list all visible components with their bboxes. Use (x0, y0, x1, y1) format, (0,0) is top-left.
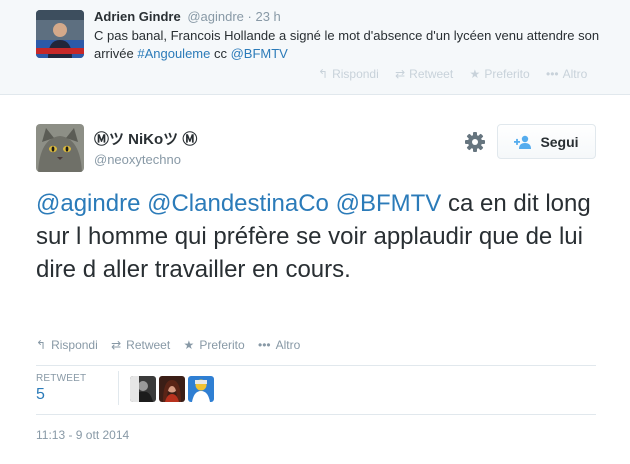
parent-actions: ↰ Rispondi ⇄ Retweet ★ Preferito ••• Altro (318, 67, 600, 81)
reply-icon: ↰ (36, 338, 47, 352)
parent-separator: · (247, 9, 252, 24)
mention-link[interactable]: @BFMTV (336, 190, 442, 217)
tweet-timestamp[interactable]: 11:13 - 9 ott 2014 (36, 428, 129, 442)
retweet-label: Retweet (409, 67, 454, 81)
retweet-icon: ⇄ (395, 67, 406, 81)
mention-link[interactable]: @BFMTV (231, 46, 288, 61)
parent-avatar[interactable] (36, 10, 84, 58)
author-handle[interactable]: @neoxytechno (94, 152, 181, 167)
retweet-icon: ⇄ (111, 338, 122, 352)
reply-icon: ↰ (318, 67, 329, 81)
reply-button[interactable]: ↰ Rispondi (36, 338, 98, 352)
parent-retweet-button[interactable]: ⇄ Retweet (395, 67, 453, 81)
favorite-label: Preferito (199, 338, 245, 352)
parent-time[interactable]: 23 h (255, 9, 280, 24)
reply-label: Rispondi (332, 67, 379, 81)
favorite-button[interactable]: ★ Preferito (184, 338, 245, 352)
retweet-stat-label: RETWEET (36, 373, 87, 384)
hashtag-link[interactable]: #Angouleme (137, 46, 210, 61)
retweeter-avatar[interactable] (159, 376, 185, 402)
mention-link[interactable]: @agindre (36, 190, 140, 217)
more-label: Altro (562, 67, 588, 81)
retweeter-avatar[interactable] (130, 376, 156, 402)
mention-link[interactable]: @ClandestinaCo (147, 190, 329, 217)
author-name[interactable]: Ⓜツ NiKoツ Ⓜ (94, 128, 197, 149)
parent-tweet-text: C pas banal, Francois Hollande a signé l… (94, 27, 614, 63)
divider (36, 414, 596, 415)
retweeter-avatars (130, 376, 214, 402)
star-icon: ★ (469, 67, 481, 81)
parent-author-handle[interactable]: @agindre (187, 9, 244, 24)
parent-more-button[interactable]: ••• Altro (546, 67, 587, 81)
parent-favorite-button[interactable]: ★ Preferito (470, 67, 530, 81)
avatar-image (36, 10, 84, 58)
retweet-label: Retweet (126, 338, 171, 352)
more-dots-icon: ••• (258, 338, 271, 352)
tweet-text: @agindre @ClandestinaCo @BFMTV ca en dit… (36, 187, 616, 286)
parent-reply-button[interactable]: ↰ Rispondi (318, 67, 379, 81)
stat-separator (118, 371, 119, 405)
follow-button[interactable]: Segui (497, 124, 596, 159)
retweet-count[interactable]: 5 (36, 386, 45, 404)
add-user-icon (514, 135, 532, 149)
parent-author-name[interactable]: Adrien Gindre (94, 9, 181, 24)
reply-label: Rispondi (51, 338, 98, 352)
parent-tweet: Adrien Gindre @agindre · 23 h C pas bana… (0, 0, 630, 95)
settings-button[interactable] (464, 131, 486, 153)
favorite-label: Preferito (484, 67, 530, 81)
divider (36, 365, 596, 366)
cat-avatar-image (36, 124, 84, 172)
retweet-button[interactable]: ⇄ Retweet (111, 338, 170, 352)
follow-label: Segui (540, 133, 579, 150)
parent-text-part: cc (210, 46, 231, 61)
more-dots-icon: ••• (546, 67, 559, 81)
star-icon: ★ (183, 338, 195, 352)
more-label: Altro (275, 338, 301, 352)
more-button[interactable]: ••• Altro (258, 338, 300, 352)
author-avatar[interactable] (36, 124, 84, 172)
tweet-actions: ↰ Rispondi ⇄ Retweet ★ Preferito ••• Altro (36, 338, 310, 352)
gear-icon (465, 132, 485, 152)
parent-author[interactable]: Adrien Gindre @agindre · 23 h (94, 9, 281, 24)
retweeter-avatar[interactable] (188, 376, 214, 402)
